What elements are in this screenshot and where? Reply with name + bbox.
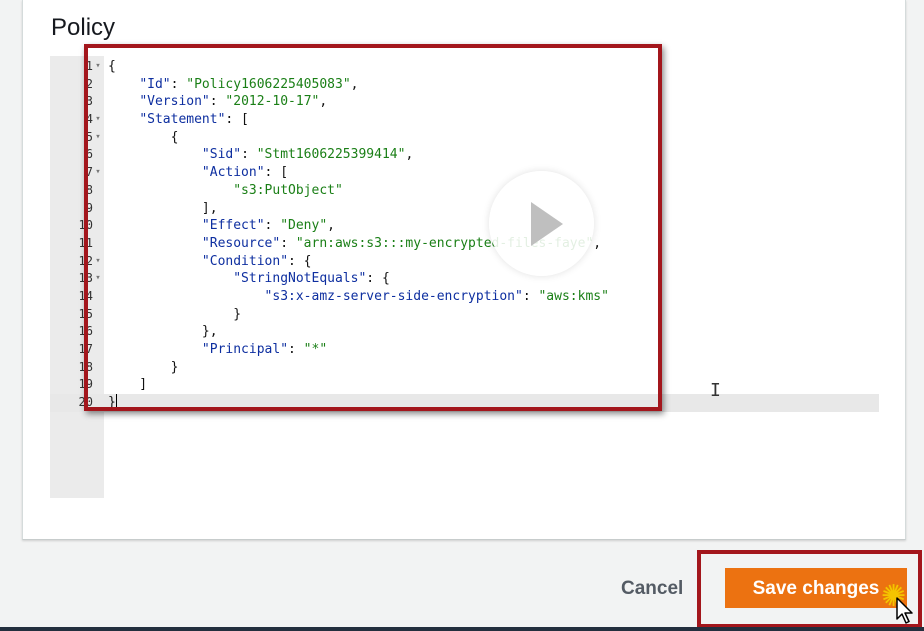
cancel-button[interactable]: Cancel [611, 570, 693, 608]
policy-title: Policy [51, 14, 116, 41]
save-changes-button[interactable]: Save changes [725, 568, 907, 608]
text-cursor-icon: I [710, 380, 721, 401]
play-icon [531, 202, 563, 246]
play-button[interactable] [489, 171, 594, 276]
bottom-bar [0, 627, 924, 631]
mouse-pointer-icon [896, 597, 913, 624]
